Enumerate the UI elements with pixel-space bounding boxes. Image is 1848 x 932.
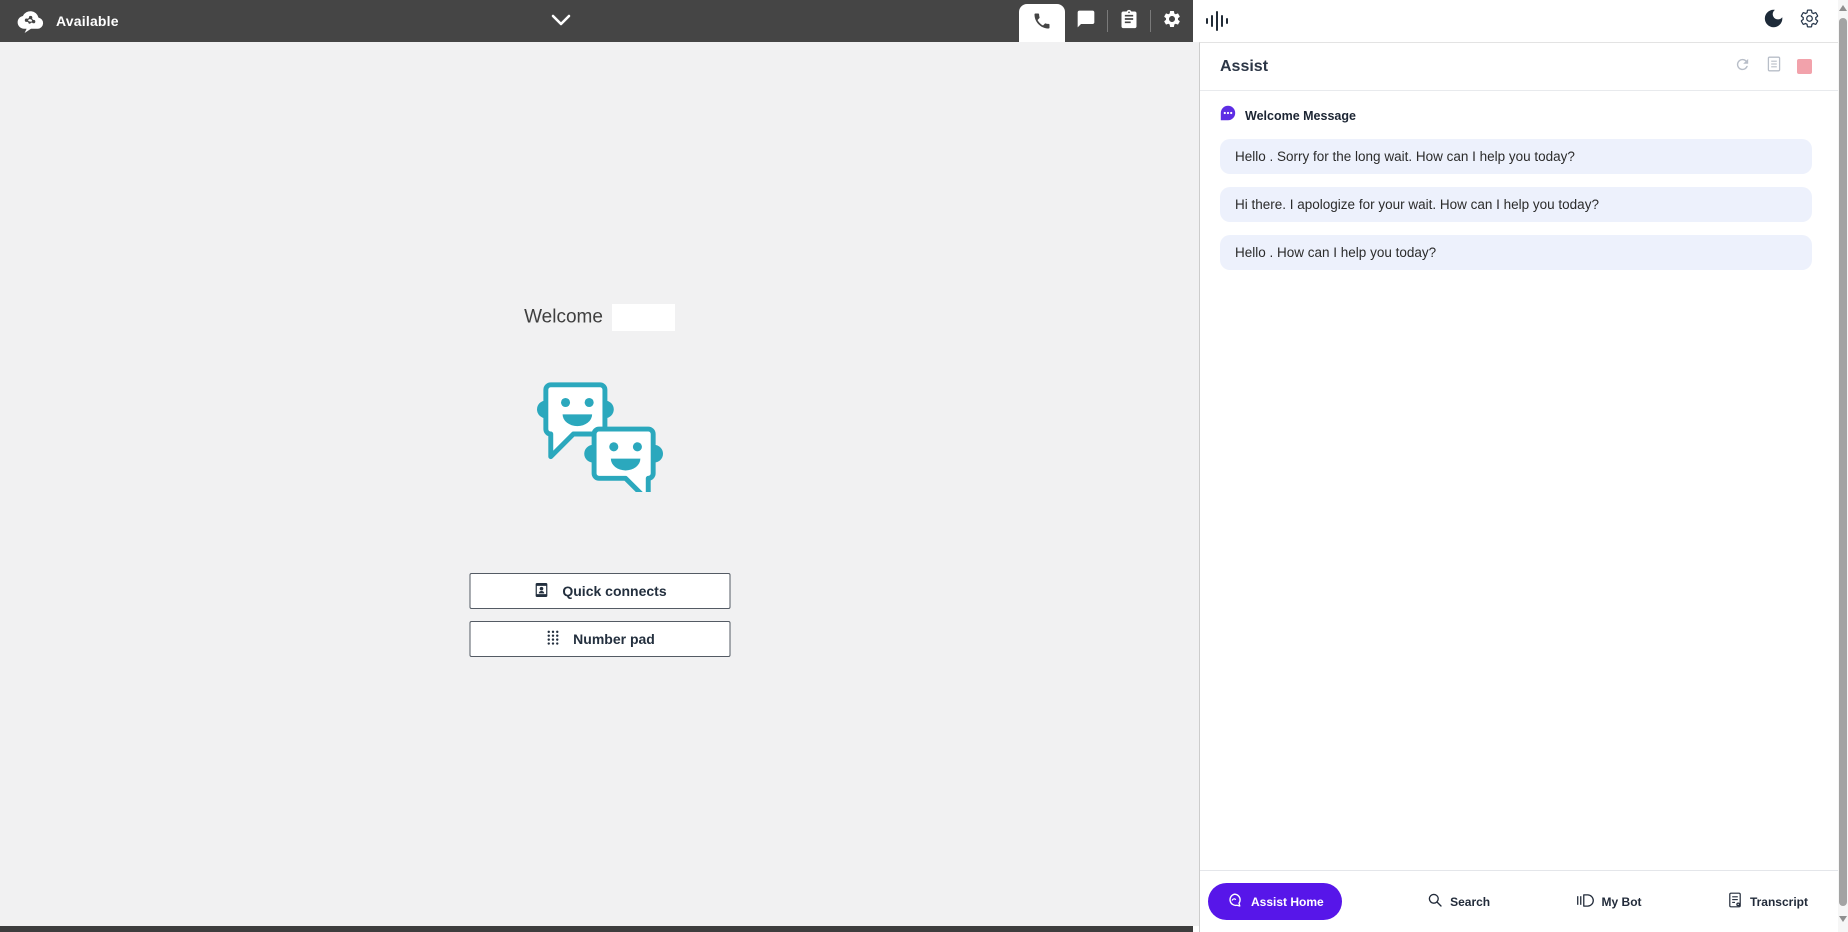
gear-icon [1162, 9, 1182, 34]
suggestion-card[interactable]: Hi there. I apologize for your wait. How… [1220, 187, 1812, 222]
agent-status-label: Available [56, 13, 119, 29]
tab-ccp-settings[interactable] [1151, 0, 1193, 42]
assist-body: Welcome Message Hello . Sorry for the lo… [1200, 91, 1838, 270]
search-label: Search [1450, 895, 1490, 909]
transcript-label: Transcript [1750, 895, 1808, 909]
message-bubble-icon [1220, 105, 1236, 126]
scroll-down-arrow-icon[interactable] [1839, 916, 1847, 922]
footer-search[interactable]: Search [1427, 892, 1490, 911]
chat-icon [1076, 9, 1096, 34]
main-area: Welcome [0, 42, 1199, 926]
search-icon [1427, 892, 1443, 911]
assist-bubble-icon [1226, 892, 1243, 912]
app-window: Available [0, 0, 1848, 932]
quick-connects-label: Quick connects [562, 583, 666, 599]
bot-icon [1576, 893, 1595, 911]
chat-bots-illustration [536, 378, 664, 497]
welcome-heading: Welcome [0, 304, 1199, 331]
assist-panel: Assist [1199, 42, 1838, 932]
page-scrollbar[interactable] [1838, 0, 1848, 932]
welcome-label: Welcome [524, 307, 603, 328]
footer-my-bot[interactable]: My Bot [1576, 893, 1642, 911]
bottom-dark-strip [0, 926, 1193, 932]
audio-waveform-icon[interactable] [1206, 10, 1228, 32]
task-list-icon [1119, 9, 1139, 34]
assist-footer: Assist Home Search [1200, 870, 1838, 932]
contact-card-icon [532, 581, 550, 602]
my-bot-label: My Bot [1602, 895, 1642, 909]
transcript-doc-icon [1727, 891, 1743, 912]
channel-tab-group [1019, 0, 1193, 42]
agent-name-field [612, 304, 675, 331]
dialpad-icon [544, 629, 561, 649]
suggestion-card[interactable]: Hello . How can I help you today? [1220, 235, 1812, 270]
settings-gear-icon[interactable] [1799, 8, 1820, 34]
welcome-message-label: Welcome Message [1245, 109, 1356, 123]
top-right-strip [1193, 0, 1838, 42]
scrollbar-thumb[interactable] [1839, 18, 1847, 906]
notes-icon[interactable] [1766, 55, 1782, 78]
scroll-up-arrow-icon[interactable] [1839, 5, 1847, 11]
suggestion-card[interactable]: Hello . Sorry for the long wait. How can… [1220, 139, 1812, 174]
number-pad-button[interactable]: Number pad [469, 621, 730, 657]
welcome-message-section: Welcome Message [1220, 105, 1812, 126]
top-bar: Available [0, 0, 1193, 42]
connect-logo-icon [16, 8, 44, 34]
status-chevron-down-icon[interactable] [550, 14, 572, 32]
dark-mode-moon-icon[interactable] [1763, 8, 1784, 34]
tab-chat[interactable] [1065, 0, 1107, 42]
assist-home-button[interactable]: Assist Home [1208, 883, 1342, 920]
number-pad-label: Number pad [573, 631, 655, 647]
pink-square-indicator[interactable] [1797, 59, 1812, 74]
footer-transcript[interactable]: Transcript [1727, 891, 1808, 912]
refresh-icon[interactable] [1734, 56, 1751, 78]
assist-panel-title: Assist [1220, 58, 1268, 76]
quick-connects-button[interactable]: Quick connects [469, 573, 730, 609]
phone-icon [1032, 11, 1052, 36]
tab-tasks[interactable] [1108, 0, 1150, 42]
assist-header: Assist [1200, 43, 1838, 90]
assist-home-label: Assist Home [1251, 895, 1324, 909]
tab-voice[interactable] [1019, 4, 1065, 42]
